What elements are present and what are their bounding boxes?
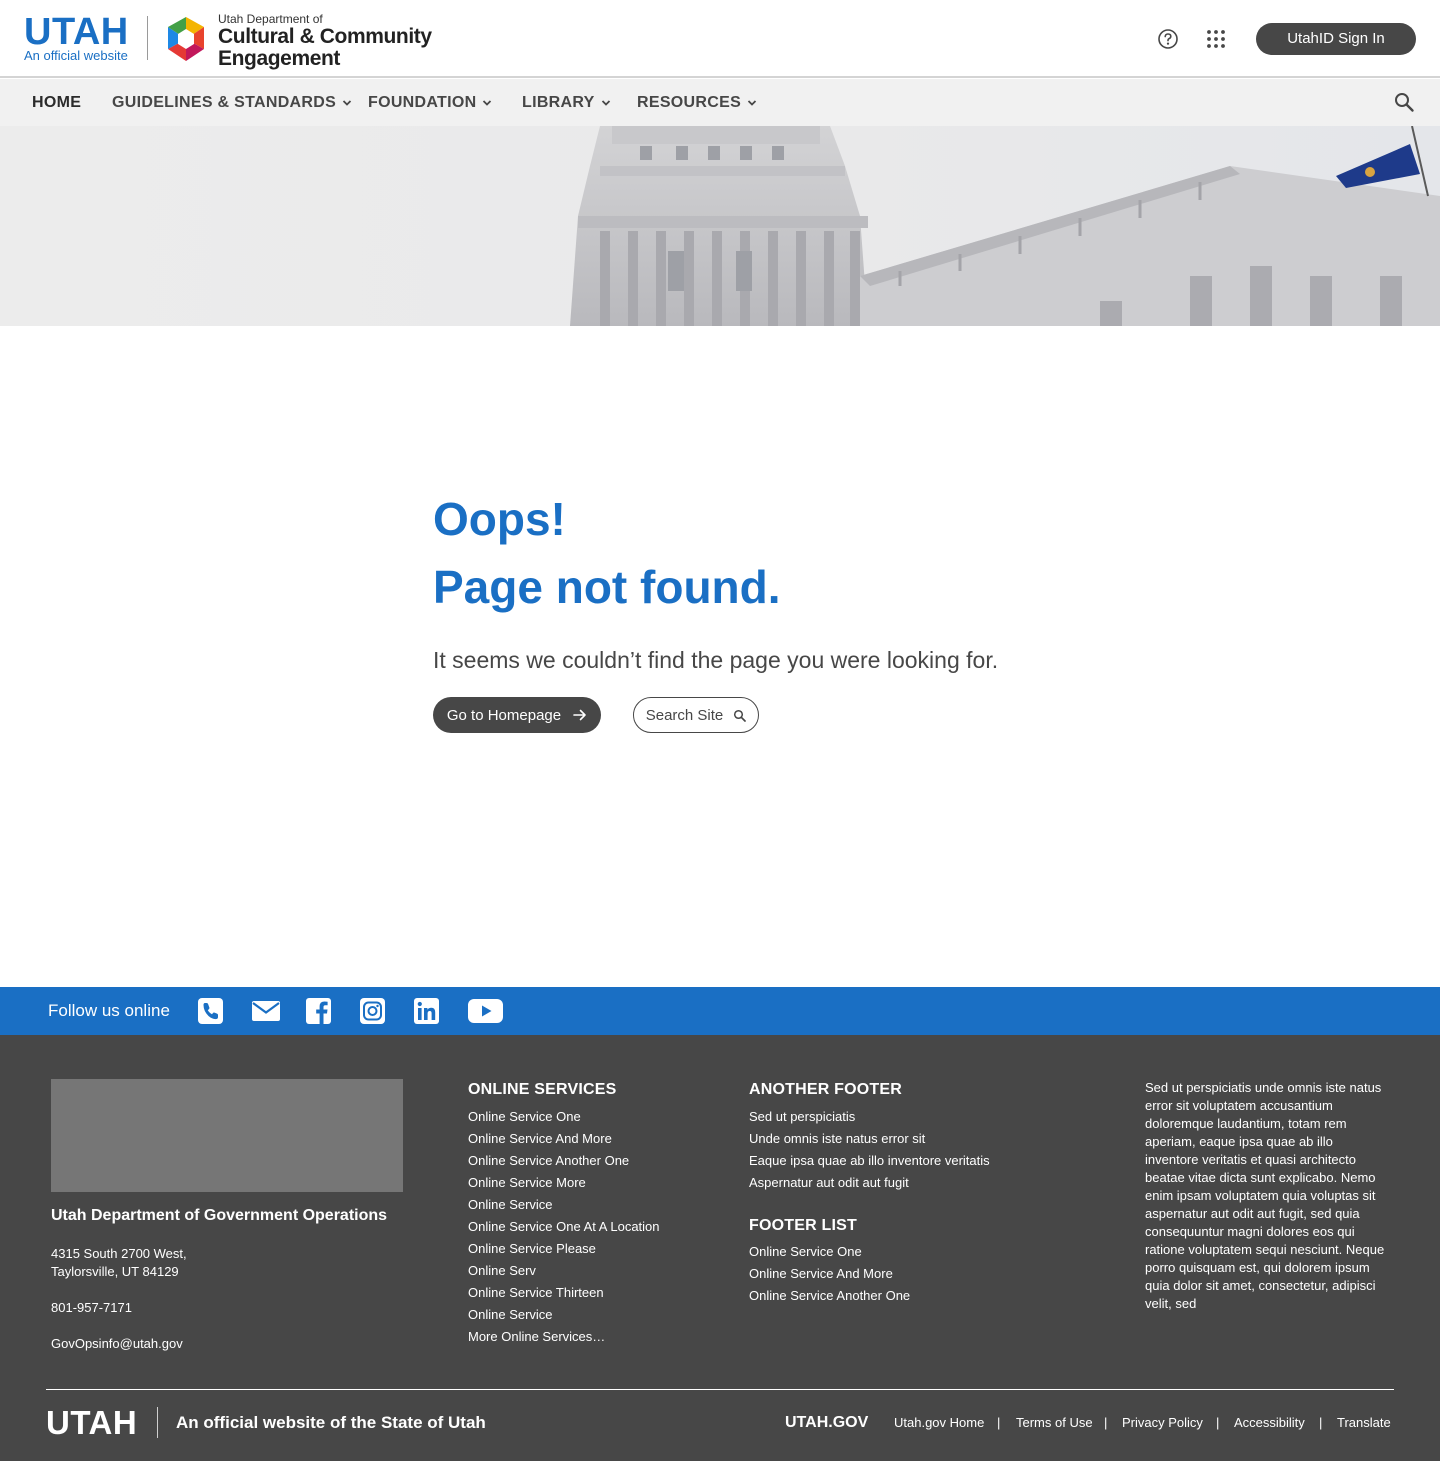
utah-wordmark-footer[interactable]: UTAH [46, 1404, 137, 1442]
chevron-down-icon [483, 99, 492, 106]
more-online-services-link[interactable]: More Online Services… [468, 1326, 660, 1348]
agency-line-3: Engagement [218, 47, 341, 70]
agency-name[interactable]: Utah Department of Cultural & Community … [218, 12, 432, 70]
footer-link[interactable]: Aspernatur aut odit aut fugit [749, 1172, 990, 1194]
agency-line-1: Utah Department of [218, 12, 323, 26]
online-services-list: Online Service One Online Service And Mo… [468, 1106, 660, 1348]
search-site-label: Search Site [645, 706, 724, 724]
chevron-down-icon [747, 99, 757, 106]
search-site-button[interactable]: Search Site [633, 697, 759, 733]
privacy-policy-link[interactable]: Privacy Policy [1122, 1413, 1203, 1433]
utah-gov-home-link[interactable]: Utah.gov Home [894, 1413, 984, 1433]
department-name: Utah Department of Government Operations [51, 1207, 388, 1224]
another-footer-list: Sed ut perspiciatis Unde omnis iste natu… [749, 1106, 990, 1194]
footer-brand-divider [157, 1407, 158, 1438]
chevron-down-icon [601, 99, 610, 106]
official-website-label: An official website [24, 48, 128, 63]
main-nav: HOME GUIDELINES & STANDARDS FOUNDATION L… [0, 79, 1440, 126]
search-icon[interactable] [1393, 91, 1415, 113]
oops-heading: Oops! [433, 493, 566, 545]
go-to-homepage-button[interactable]: Go to Homepage [433, 697, 601, 733]
footer-divider [46, 1389, 1394, 1390]
footer-link[interactable]: Online Serv [468, 1260, 660, 1282]
footer-link[interactable]: Unde omnis iste natus error sit [749, 1128, 990, 1150]
nav-item-foundation[interactable]: FOUNDATION [368, 79, 492, 126]
utahid-signin-button[interactable]: UtahID Sign In [1256, 23, 1416, 55]
footer-description: Sed ut perspiciatis unde omnis iste natu… [1145, 1080, 1385, 1311]
footer-link[interactable]: Online Service [468, 1194, 660, 1216]
footer-email-link[interactable]: GovOpsinfo@utah.gov [51, 1335, 183, 1353]
footer-link[interactable]: Online Service One [749, 1241, 910, 1263]
instagram-icon[interactable] [360, 998, 385, 1024]
nav-item-label: HOME [32, 94, 82, 111]
facebook-icon[interactable] [306, 998, 331, 1024]
follow-us-bar: Follow us online [0, 987, 1440, 1035]
footer-link[interactable]: Online Service One At A Location [468, 1216, 660, 1238]
footer-logo-placeholder [51, 1079, 403, 1192]
footer-link[interactable]: Sed ut perspiciatis [749, 1106, 990, 1128]
brand-divider [147, 16, 148, 60]
link-separator: | [997, 1415, 1001, 1430]
utah-gov-link[interactable]: UTAH.GOV [785, 1412, 868, 1434]
site-header: UTAH An official website Utah Department… [0, 0, 1440, 78]
address-line-2: Taylorsville, UT 84129 [51, 1264, 179, 1279]
footer-list-title: FOOTER LIST [749, 1217, 857, 1234]
footer-link[interactable]: Online Service Please [468, 1238, 660, 1260]
footer-link[interactable]: Online Service Thirteen [468, 1282, 660, 1304]
terms-of-use-link[interactable]: Terms of Use [1016, 1413, 1093, 1433]
email-icon[interactable] [252, 998, 280, 1024]
footer-link[interactable]: Eaque ipsa quae ab illo inventore verita… [749, 1150, 990, 1172]
help-icon[interactable] [1157, 28, 1179, 50]
footer-link[interactable]: Online Service More [468, 1172, 660, 1194]
footer-phone: 801-957-7171 [51, 1300, 132, 1315]
apps-icon[interactable] [1205, 28, 1227, 50]
page-not-found-heading: Page not found. [433, 561, 781, 613]
chevron-down-icon [342, 99, 352, 106]
link-separator: | [1319, 1415, 1323, 1430]
utah-brand-link[interactable]: UTAH An official website [24, 12, 134, 64]
nav-item-home[interactable]: HOME [32, 79, 81, 126]
nav-item-resources[interactable]: RESOURCES [637, 79, 757, 126]
agency-line-2: Cultural & Community [218, 25, 432, 48]
nav-item-label: RESOURCES [637, 94, 742, 111]
arrow-right-icon [573, 709, 586, 721]
search-icon [734, 709, 747, 722]
link-separator: | [1104, 1415, 1108, 1430]
accessibility-link[interactable]: Accessibility [1234, 1413, 1305, 1433]
footer-link[interactable]: Online Service And More [749, 1263, 910, 1285]
agency-logo-icon[interactable] [161, 15, 211, 63]
online-services-title: ONLINE SERVICES [468, 1081, 617, 1098]
footer-link[interactable]: Online Service Another One [468, 1150, 660, 1172]
follow-us-label: Follow us online [48, 1001, 170, 1020]
footer-link[interactable]: Online Service Another One [749, 1285, 910, 1307]
go-to-homepage-label: Go to Homepage [446, 706, 562, 724]
youtube-icon[interactable] [468, 998, 503, 1024]
link-separator: | [1216, 1415, 1220, 1430]
capitol-building-image [0, 126, 1440, 326]
address-line-1: 4315 South 2700 West, [51, 1246, 187, 1261]
nav-item-label: FOUNDATION [368, 94, 477, 111]
footer-link[interactable]: Online Service And More [468, 1128, 660, 1150]
nav-item-guidelines-standards[interactable]: GUIDELINES & STANDARDS [112, 79, 352, 126]
translate-link[interactable]: Translate [1337, 1413, 1391, 1433]
nav-item-label: GUIDELINES & STANDARDS [112, 94, 337, 111]
footer-link[interactable]: Online Service One [468, 1106, 660, 1128]
phone-icon[interactable] [198, 998, 223, 1024]
footer-list: Online Service One Online Service And Mo… [749, 1241, 910, 1307]
hero-banner [0, 126, 1440, 326]
nav-item-library[interactable]: LIBRARY [522, 79, 611, 126]
linkedin-icon[interactable] [414, 998, 439, 1024]
utah-wordmark: UTAH [24, 11, 129, 53]
site-footer: Utah Department of Government Operations… [0, 1035, 1440, 1461]
footer-link[interactable]: Online Service [468, 1304, 660, 1326]
another-footer-title: ANOTHER FOOTER [749, 1081, 903, 1098]
not-found-message: It seems we couldn’t find the page you w… [433, 647, 999, 673]
nav-item-label: LIBRARY [522, 94, 595, 111]
official-state-website-label: An official website of the State of Utah [176, 1413, 486, 1432]
